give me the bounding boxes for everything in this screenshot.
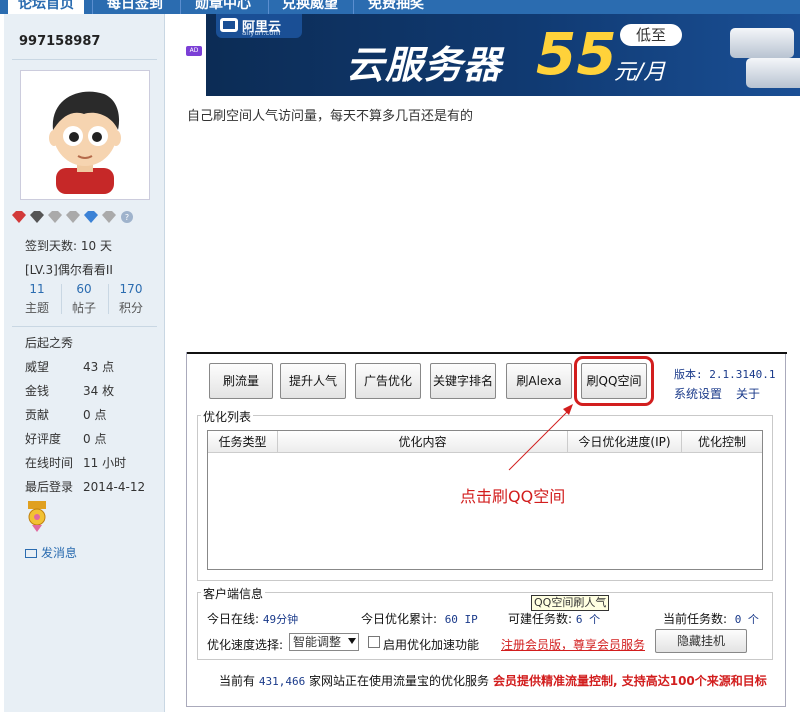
speed-select[interactable]: 智能调整 xyxy=(289,633,359,651)
count-points[interactable]: 170 积分 xyxy=(108,282,154,316)
current-tasks: 当前任务数: 0 个 xyxy=(663,612,759,626)
nav-divider xyxy=(180,0,181,14)
stat-online-time: 在线时间 11 小时 xyxy=(25,456,127,470)
medal-icon[interactable] xyxy=(48,211,62,223)
app-window: 刷流量 提升人气 广告优化 关键字排名 刷Alexa 刷QQ空间 版本: 2.1… xyxy=(186,352,787,707)
svg-text:?: ? xyxy=(125,213,129,222)
rank-badge-icon[interactable] xyxy=(26,501,48,533)
register-link[interactable]: 注册会员版，尊享会员服务 xyxy=(501,636,645,653)
user-group: 后起之秀 xyxy=(25,336,74,350)
top-nav: 论坛首页 每日签到 勋章中心 兑换威望 免费抽奖 xyxy=(0,0,800,14)
stat-money: 金钱 34 枚 xyxy=(25,384,115,398)
nav-tab-free-lottery[interactable]: 免费抽奖 xyxy=(358,0,434,14)
annotation-arrow xyxy=(508,404,573,471)
cloud-logo-icon xyxy=(220,18,238,32)
nav-tab-daily-checkin[interactable]: 每日签到 xyxy=(97,0,173,14)
today-online: 今日在线: 49分钟 xyxy=(207,612,299,626)
logo-url: aliyun.com xyxy=(242,29,281,37)
footer-stat: 当前有 431,466 家网站正在使用流量宝的优化服务 xyxy=(219,674,490,688)
chevron-down-icon xyxy=(348,638,356,644)
client-info-legend: 客户端信息 xyxy=(201,585,266,602)
ad-headline: 云服务器 xyxy=(346,43,503,87)
stat-rating: 好评度 0 点 xyxy=(25,432,107,446)
ad-unit: 元/月 xyxy=(614,60,666,85)
medal-icon[interactable] xyxy=(12,211,26,223)
medal-row: ? xyxy=(12,211,138,227)
medal-icon[interactable] xyxy=(84,211,98,223)
server-icon xyxy=(746,58,800,88)
nav-tab-medal-center[interactable]: 勋章中心 xyxy=(185,0,261,14)
medal-icon[interactable] xyxy=(66,211,80,223)
today-total: 今日优化累计: 60 IP xyxy=(361,612,478,626)
nav-divider xyxy=(353,0,354,14)
nav-divider xyxy=(268,0,269,14)
avatar[interactable] xyxy=(20,70,150,200)
server-icon xyxy=(730,28,794,58)
username[interactable]: 997158987 xyxy=(19,34,100,49)
help-icon[interactable]: ? xyxy=(120,211,134,223)
divider xyxy=(12,326,157,327)
sign-days: 签到天数: 10 天 xyxy=(25,239,112,253)
user-level[interactable]: [LV.3]偶尔看看II xyxy=(25,261,113,278)
ad-tag: AD xyxy=(186,46,202,56)
nav-tab-exchange-prestige[interactable]: 兑换威望 xyxy=(272,0,348,14)
nav-divider xyxy=(92,0,93,14)
post-text: 自己刷空间人气访问量，每天不算多几百还是有的 xyxy=(187,109,474,124)
ad-low-label: 低至 xyxy=(620,24,682,46)
envelope-icon xyxy=(25,549,37,558)
medal-icon[interactable] xyxy=(102,211,116,223)
footer-promo: 会员提供精准流量控制, 支持高达100个来源和目标 xyxy=(493,674,767,688)
buildable-tasks: 可建任务数: 6 个 xyxy=(508,612,601,626)
user-sidebar: 997158987 ? 签到天数: 10 天 [LV.3]偶尔看看II 11 主题… xyxy=(4,14,165,712)
stat-contribution: 贡献 0 点 xyxy=(25,408,107,422)
avatar-image xyxy=(26,76,144,194)
ad-banner[interactable]: 阿里云 aliyun.com 云服务器 55 低至 元/月 xyxy=(206,14,800,96)
hide-button[interactable]: 隐藏挂机 xyxy=(655,629,747,653)
send-message-link[interactable]: 发消息 xyxy=(25,544,77,561)
count-topics[interactable]: 11 主题 xyxy=(14,282,60,316)
annotation-text: 点击刷QQ空间 xyxy=(460,487,566,506)
count-posts[interactable]: 60 帖子 xyxy=(61,282,107,316)
speed-label: 优化速度选择: xyxy=(207,638,284,652)
accel-checkbox[interactable] xyxy=(368,636,380,648)
post-counts: 11 主题 60 帖子 170 积分 xyxy=(14,282,154,318)
nav-tab-forum-home[interactable]: 论坛首页 xyxy=(8,0,84,14)
stat-prestige: 威望 43 点 xyxy=(25,360,115,374)
medal-icon[interactable] xyxy=(30,211,44,223)
accel-label: 启用优化加速功能 xyxy=(383,638,480,652)
stat-last-login: 最后登录 2014-4-12 xyxy=(25,480,146,494)
ad-price: 55 xyxy=(536,20,617,88)
tooltip: QQ空间刷人气 xyxy=(531,595,610,611)
divider xyxy=(12,59,157,60)
